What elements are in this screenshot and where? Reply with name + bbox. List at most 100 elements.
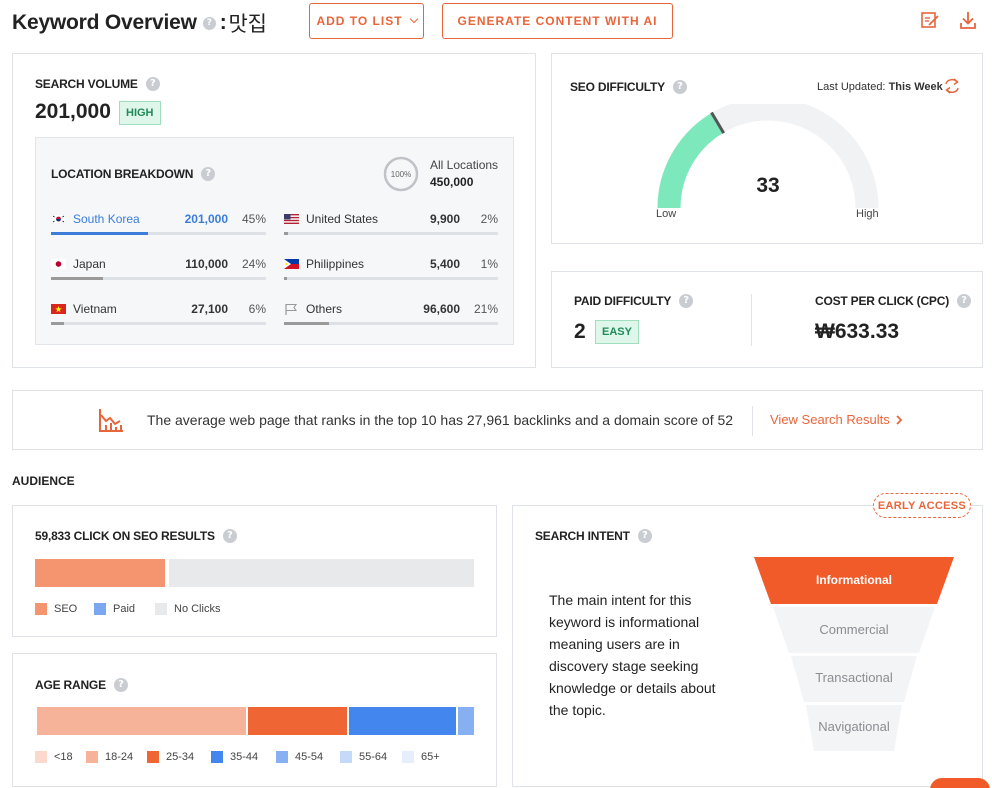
- age-segment: [456, 707, 474, 735]
- refresh-icon[interactable]: [943, 78, 961, 94]
- help-icon[interactable]: ?: [145, 77, 160, 91]
- funnel-label-commercial: Commercial: [819, 622, 889, 637]
- funnel-label-transactional: Transactional: [815, 670, 893, 685]
- flag-south-korea-icon: [51, 214, 66, 224]
- age-segment: [245, 707, 347, 735]
- keyword-text: 맛집: [228, 13, 267, 36]
- chevron-down-icon: [409, 14, 418, 24]
- chevron-right-icon: [896, 414, 902, 425]
- location-ring-label: 100%: [391, 170, 411, 179]
- location-name: Vietnam: [73, 302, 117, 316]
- location-pct: 24%: [241, 257, 266, 271]
- flag-vietnam-icon: [51, 304, 66, 314]
- age-legend-item: 65+: [402, 751, 440, 763]
- legend-swatch: [94, 603, 106, 615]
- legend-swatch: [276, 751, 288, 763]
- location-name: Japan: [73, 257, 106, 271]
- clicks-legend-seo: SEO: [35, 603, 77, 615]
- location-pct: 1%: [480, 257, 498, 271]
- age-range-label: AGE RANGE ?: [35, 678, 128, 692]
- help-icon[interactable]: ?: [637, 529, 652, 543]
- legend-label: 65+: [421, 751, 440, 763]
- age-legend-item: <18: [35, 751, 73, 763]
- legend-swatch: [155, 603, 167, 615]
- search-volume-value: 201,000: [35, 100, 111, 123]
- generate-content-button[interactable]: GENERATE CONTENT WITH AI: [442, 3, 673, 39]
- location-value: 96,600: [423, 302, 460, 316]
- flag-outline-icon: [285, 303, 298, 315]
- location-value: 27,100: [191, 302, 228, 316]
- help-icon[interactable]: ?: [957, 294, 972, 308]
- backlinks-text: The average web page that ranks in the t…: [147, 412, 734, 428]
- divider: [752, 406, 753, 436]
- paid-difficulty-label: PAID DIFFICULTY ?: [574, 294, 694, 308]
- add-to-list-label: ADD TO LIST: [316, 14, 403, 28]
- flag-united-states-icon: [284, 214, 299, 224]
- help-icon[interactable]: ?: [202, 16, 216, 30]
- location-bar: [51, 277, 266, 280]
- age-legend-item: 35-44: [211, 751, 258, 763]
- last-updated-value: This Week: [888, 81, 943, 93]
- download-icon[interactable]: [958, 10, 978, 30]
- paid-difficulty-value: 2: [574, 320, 586, 343]
- divider: [751, 294, 752, 346]
- edit-note-icon[interactable]: [920, 10, 940, 30]
- location-name: Others: [306, 302, 343, 316]
- legend-swatch: [340, 751, 352, 763]
- gauge-low-label: Low: [656, 208, 677, 220]
- clicks-segment: [166, 559, 474, 587]
- legend-label: 35-44: [230, 751, 259, 763]
- legend-swatch: [86, 751, 98, 763]
- location-value: 110,000: [185, 257, 228, 271]
- paid-difficulty-badge: EASY: [595, 320, 639, 344]
- age-legend-item: 25-34: [147, 751, 194, 763]
- help-icon[interactable]: ?: [222, 529, 237, 543]
- age-range-card: AGE RANGE ? <18 18-24 25-34 35-44 45-54 55-64…: [12, 653, 497, 787]
- search-intent-card: SEARCH INTENT ? The main intent for this…: [512, 505, 983, 787]
- location-bar: [284, 232, 498, 235]
- location-bar-fill: [51, 277, 103, 280]
- age-stacked-bar: [35, 707, 474, 735]
- view-search-results-link[interactable]: View Search Results: [770, 412, 904, 427]
- location-name: South Korea: [73, 212, 140, 226]
- early-access-badge: EARLY ACCESS: [873, 493, 971, 518]
- all-locations-value: 450,000: [430, 175, 474, 189]
- clicks-stacked-bar: [35, 559, 474, 587]
- help-icon[interactable]: ?: [679, 294, 694, 308]
- legend-label: 45-54: [295, 751, 324, 763]
- help-icon[interactable]: ?: [672, 80, 687, 94]
- location-bar-fill: [51, 232, 148, 235]
- legend-swatch: [402, 751, 414, 763]
- search-intent-label: SEARCH INTENT ?: [535, 529, 652, 543]
- age-segment: [346, 707, 457, 735]
- volume-badge: HIGH: [119, 101, 161, 125]
- cpc-value: ₩633.33: [815, 320, 900, 343]
- legend-label: 25-34: [166, 751, 195, 763]
- legend-label: 55-64: [359, 751, 388, 763]
- location-bar: [51, 322, 266, 325]
- seo-difficulty-card: SEO DIFFICULTY ? Last Updated: This Week…: [551, 53, 983, 244]
- flag-philippines-icon: [284, 259, 299, 269]
- location-breakdown-label: LOCATION BREAKDOWN ?: [51, 167, 216, 181]
- help-icon[interactable]: ?: [113, 678, 128, 692]
- chat-launcher-button[interactable]: [930, 778, 990, 788]
- seo-difficulty-value: 33: [756, 174, 780, 197]
- add-to-list-button[interactable]: ADD TO LIST: [309, 3, 424, 39]
- location-value: 5,400: [429, 257, 460, 271]
- cpc-label: COST PER CLICK (CPC) ?: [815, 294, 972, 308]
- search-intent-description: The main intent for this keyword is info…: [549, 592, 716, 718]
- legend-swatch: [211, 751, 223, 763]
- location-value: 9,900: [429, 212, 460, 226]
- seo-difficulty-label: SEO DIFFICULTY ?: [570, 80, 687, 94]
- age-legend-item: 45-54: [276, 751, 323, 763]
- help-icon[interactable]: ?: [201, 167, 216, 181]
- age-segment: [35, 707, 246, 735]
- legend-swatch: [147, 751, 159, 763]
- all-locations-label: All Locations: [430, 158, 499, 172]
- location-value: 201,000: [184, 212, 228, 226]
- clicks-legend-paid: Paid: [94, 603, 135, 615]
- search-volume-label: SEARCH VOLUME ?: [35, 77, 160, 91]
- legend-swatch: [35, 751, 47, 763]
- clicks-segment: [35, 559, 165, 587]
- clicks-label: 59,833 CLICK ON SEO RESULTS ?: [35, 529, 237, 543]
